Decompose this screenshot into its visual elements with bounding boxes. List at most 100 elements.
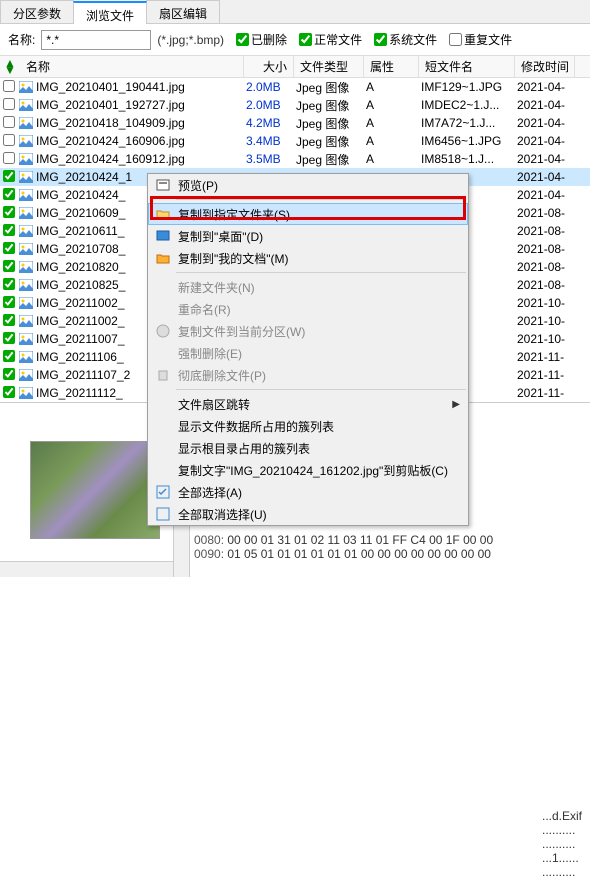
row-checkbox[interactable] (0, 368, 18, 383)
row-checkbox[interactable] (0, 350, 18, 365)
row-checkbox[interactable] (0, 224, 18, 239)
file-size: 3.5MB (242, 152, 292, 166)
col-type[interactable]: 文件类型 (294, 55, 364, 78)
deselect-all-icon (152, 507, 174, 521)
file-mtime: 2021-11- (513, 386, 573, 400)
file-mtime: 2021-10- (513, 332, 573, 346)
col-name[interactable]: 名称 (20, 55, 244, 78)
menu-preview[interactable]: 预览(P) (148, 174, 468, 196)
row-checkbox[interactable] (0, 170, 18, 185)
file-row[interactable]: IMG_20210401_190441.jpg2.0MBJpeg 图像AIMF1… (0, 78, 590, 96)
file-row[interactable]: IMG_20210401_192727.jpg2.0MBJpeg 图像AIMDE… (0, 96, 590, 114)
menu-deselect-all-label: 全部取消选择(U) (174, 506, 460, 523)
file-size: 3.4MB (242, 134, 292, 148)
menu-select-all[interactable]: 全部选择(A) (148, 481, 468, 503)
ext-hint: (*.jpg;*.bmp) (157, 33, 224, 47)
cb-dup[interactable]: 重复文件 (449, 31, 512, 48)
row-checkbox[interactable] (0, 116, 18, 131)
row-checkbox[interactable] (0, 314, 18, 329)
row-checkbox[interactable] (0, 188, 18, 203)
menu-copy-text[interactable]: 复制文字"IMG_20210424_161202.jpg"到剪贴板(C) (148, 459, 468, 481)
file-attr: A (362, 80, 417, 94)
menu-copy-text-label: 复制文字"IMG_20210424_161202.jpg"到剪贴板(C) (174, 462, 460, 479)
col-size[interactable]: 大小 (244, 55, 294, 78)
file-size: 2.0MB (242, 80, 292, 94)
perm-delete-icon (152, 368, 174, 382)
filter-input[interactable] (41, 30, 151, 50)
row-checkbox[interactable] (0, 242, 18, 257)
row-checkbox[interactable] (0, 260, 18, 275)
preview-icon (152, 178, 174, 192)
row-checkbox[interactable] (0, 134, 18, 149)
image-file-icon (18, 170, 34, 184)
file-row[interactable]: IMG_20210424_160912.jpg3.5MBJpeg 图像AIM85… (0, 150, 590, 168)
image-file-icon (18, 278, 34, 292)
cb-normal-label: 正常文件 (314, 31, 362, 48)
cb-system-label: 系统文件 (389, 31, 437, 48)
file-row[interactable]: IMG_20210424_160906.jpg3.4MBJpeg 图像AIM64… (0, 132, 590, 150)
tab-partition-params[interactable]: 分区参数 (0, 0, 74, 23)
menu-deselect-all[interactable]: 全部取消选择(U) (148, 503, 468, 525)
image-file-icon (18, 206, 34, 220)
preview-thumbnail[interactable] (30, 441, 160, 539)
mydocs-icon (152, 251, 174, 265)
menu-copy-desktop-label: 复制到"桌面"(D) (174, 228, 460, 245)
file-attr: A (362, 134, 417, 148)
row-checkbox[interactable] (0, 152, 18, 167)
thumb-scroll-horizontal[interactable] (0, 561, 173, 577)
menu-perm-delete-label: 彻底删除文件(P) (174, 367, 460, 384)
col-short[interactable]: 短文件名 (419, 55, 515, 78)
image-file-icon (18, 242, 34, 256)
image-file-icon (18, 116, 34, 130)
menu-separator (176, 199, 466, 200)
menu-select-all-label: 全部选择(A) (174, 484, 460, 501)
row-checkbox[interactable] (0, 80, 18, 95)
file-mtime: 2021-10- (513, 296, 573, 310)
file-mtime: 2021-08- (513, 278, 573, 292)
image-file-icon (18, 98, 34, 112)
row-checkbox[interactable] (0, 98, 18, 113)
cb-deleted-label: 已删除 (251, 31, 287, 48)
hex-bytes: 01 05 01 01 01 01 01 01 00 00 00 00 00 0… (227, 547, 491, 561)
row-checkbox[interactable] (0, 332, 18, 347)
menu-show-root-clusters-label: 显示根目录占用的簇列表 (174, 440, 460, 457)
menu-sector-jump[interactable]: 文件扇区跳转 ▶ (148, 393, 468, 415)
menu-new-folder-label: 新建文件夹(N) (174, 279, 460, 296)
file-shortname: IMF129~1.JPG (417, 80, 513, 94)
menu-sector-jump-label: 文件扇区跳转 (174, 396, 452, 413)
file-mtime: 2021-08- (513, 260, 573, 274)
image-file-icon (18, 386, 34, 400)
file-mtime: 2021-08- (513, 242, 573, 256)
tab-browse-files[interactable]: 浏览文件 (73, 1, 147, 24)
menu-copy-mydocs-label: 复制到"我的文档"(M) (174, 250, 460, 267)
cb-system[interactable]: 系统文件 (374, 31, 437, 48)
down-arrow-icon[interactable]: ▼ (4, 67, 16, 74)
menu-copy-to-folder[interactable]: 复制到指定文件夹(S)... (148, 203, 468, 225)
cb-normal[interactable]: 正常文件 (299, 31, 362, 48)
cb-deleted[interactable]: 已删除 (236, 31, 287, 48)
col-attr[interactable]: 属性 (364, 55, 419, 78)
hex-bytes: 00 00 01 31 01 02 11 03 11 01 FF C4 00 1… (227, 533, 493, 547)
row-checkbox[interactable] (0, 386, 18, 401)
menu-show-file-clusters[interactable]: 显示文件数据所占用的簇列表 (148, 415, 468, 437)
menu-copy-to-label: 复制到指定文件夹(S)... (174, 206, 460, 223)
menu-copy-desktop[interactable]: 复制到"桌面"(D) (148, 225, 468, 247)
file-type: Jpeg 图像 (292, 133, 362, 150)
row-checkbox[interactable] (0, 296, 18, 311)
menu-perm-delete: 彻底删除文件(P) (148, 364, 468, 386)
col-mtime[interactable]: 修改时间 (515, 55, 575, 78)
cb-dup-label: 重复文件 (464, 31, 512, 48)
image-file-icon (18, 80, 34, 94)
file-mtime: 2021-11- (513, 350, 573, 364)
nav-arrows[interactable]: ▲ ▼ (0, 60, 20, 74)
menu-show-root-clusters[interactable]: 显示根目录占用的簇列表 (148, 437, 468, 459)
menu-copy-mydocs[interactable]: 复制到"我的文档"(M) (148, 247, 468, 269)
file-type: Jpeg 图像 (292, 115, 362, 132)
tab-sector-edit[interactable]: 扇区编辑 (146, 0, 220, 23)
image-file-icon (18, 134, 34, 148)
file-row[interactable]: IMG_20210418_104909.jpg4.2MBJpeg 图像AIM7A… (0, 114, 590, 132)
context-menu: 预览(P) 复制到指定文件夹(S)... 复制到"桌面"(D) 复制到"我的文档… (147, 173, 469, 526)
menu-separator (176, 272, 466, 273)
row-checkbox[interactable] (0, 278, 18, 293)
row-checkbox[interactable] (0, 206, 18, 221)
